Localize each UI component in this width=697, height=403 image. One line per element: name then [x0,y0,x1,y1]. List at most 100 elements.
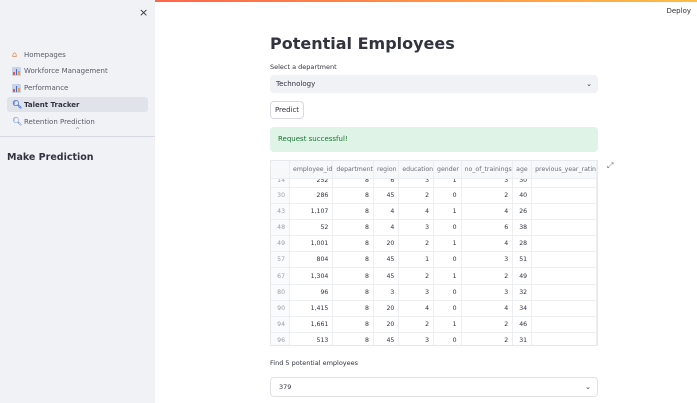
table-cell[interactable]: 0 [433,332,462,345]
table-cell[interactable] [531,316,597,334]
table-cell[interactable]: 252 [289,178,334,188]
table-cell[interactable] [531,300,597,318]
table-cell[interactable]: 804 [289,251,334,269]
table-cell[interactable]: 8 [332,203,374,220]
table-cell[interactable]: 0 [433,187,462,204]
column-header[interactable]: gender [433,161,462,179]
table-cell[interactable]: 31 [512,332,533,345]
table-cell[interactable] [531,178,597,188]
collapse-nav-icon[interactable]: ^ [75,127,80,134]
row-index[interactable]: 43 [271,203,291,220]
table-cell[interactable] [531,332,597,345]
column-header[interactable]: no_of_trainings [461,161,514,179]
column-header[interactable]: previous_year_ratin [531,161,597,179]
row-index[interactable]: 14 [271,178,291,188]
row-index[interactable]: 57 [271,251,291,269]
row-index[interactable]: 94 [271,316,291,334]
table-cell[interactable]: 96 [289,284,334,301]
table-cell[interactable]: 40 [512,187,533,204]
table-cell[interactable]: 0 [433,219,462,237]
predict-button[interactable]: Predict [270,101,304,119]
table-cell[interactable]: 8 [332,251,374,269]
table-cell[interactable] [531,251,597,269]
table-cell[interactable]: 3 [461,251,514,269]
table-cell[interactable]: 8 [332,178,374,188]
table-cell[interactable]: 20 [373,316,400,334]
table-cell[interactable]: 34 [512,300,533,318]
table-cell[interactable]: 45 [373,332,400,345]
fullscreen-icon[interactable]: ⤢ [607,161,613,171]
row-index[interactable]: 90 [271,300,291,318]
table-cell[interactable]: 1,001 [289,235,334,253]
table-cell[interactable]: 8 [332,219,374,237]
row-index[interactable]: 30 [271,187,291,204]
table-cell[interactable]: 4 [461,300,514,318]
table-cell[interactable]: 1 [433,178,462,188]
table-cell[interactable]: 1 [433,235,462,253]
table-cell[interactable]: 2 [461,267,514,285]
table-cell[interactable]: 45 [373,267,400,285]
column-header[interactable]: age [512,161,533,179]
table-cell[interactable]: 3 [398,178,435,188]
table-cell[interactable]: 20 [373,235,400,253]
table-cell[interactable]: 1 [398,251,435,269]
table-cell[interactable]: 8 [332,235,374,253]
table-cell[interactable]: 30 [512,178,533,188]
table-cell[interactable]: 52 [289,219,334,237]
table-cell[interactable]: 2 [398,235,435,253]
sidebar-item-talent-tracker[interactable]: 🔍︎ Talent Tracker [7,97,148,113]
table-cell[interactable]: 286 [289,187,334,204]
column-header[interactable]: education [398,161,435,179]
table-cell[interactable]: 2 [461,187,514,204]
column-header[interactable]: department [332,161,374,179]
table-cell[interactable]: 2 [398,316,435,334]
table-cell[interactable]: 8 [332,187,374,204]
table-cell[interactable]: 0 [433,251,462,269]
table-cell[interactable]: 3 [398,284,435,301]
table-cell[interactable] [531,219,597,237]
table-cell[interactable]: 2 [398,267,435,285]
table-cell[interactable]: 32 [512,284,533,301]
table-cell[interactable] [531,235,597,253]
row-index[interactable]: 80 [271,284,291,301]
sidebar-item-homepages[interactable]: ⌂ Homepages [7,47,148,62]
table-cell[interactable]: 2 [461,332,514,345]
table-cell[interactable]: 49 [512,267,533,285]
table-cell[interactable]: 8 [332,316,374,334]
table-cell[interactable]: 1 [433,316,462,334]
row-index[interactable]: 48 [271,219,291,237]
table-cell[interactable]: 4 [461,235,514,253]
table-cell[interactable]: 3 [461,284,514,301]
table-cell[interactable]: 3 [398,332,435,345]
table-cell[interactable]: 1,661 [289,316,334,334]
table-cell[interactable] [531,203,597,220]
column-header[interactable] [271,161,291,179]
table-cell[interactable]: 8 [332,284,374,301]
sidebar-item-performance[interactable]: Performance [7,81,148,96]
table-cell[interactable]: 0 [433,284,462,301]
table-cell[interactable] [531,187,597,204]
table-cell[interactable]: 4 [373,219,400,237]
table-cell[interactable]: 6 [461,219,514,237]
table-cell[interactable]: 8 [332,267,374,285]
table-cell[interactable]: 4 [373,203,400,220]
results-table[interactable]: employee_id department region education … [270,160,598,346]
row-index[interactable]: 96 [271,332,291,345]
table-cell[interactable]: 6 [373,178,400,188]
table-cell[interactable]: 26 [512,203,533,220]
sidebar-item-workforce-management[interactable]: Workforce Management [7,64,148,79]
table-cell[interactable]: 4 [398,203,435,220]
table-cell[interactable]: 0 [433,300,462,318]
table-cell[interactable]: 8 [332,332,374,345]
row-index[interactable]: 49 [271,235,291,253]
table-cell[interactable]: 3 [398,219,435,237]
table-cell[interactable]: 1,415 [289,300,334,318]
table-cell[interactable]: 20 [373,300,400,318]
column-header[interactable]: employee_id [289,161,334,179]
table-cell[interactable]: 45 [373,251,400,269]
table-cell[interactable] [531,284,597,301]
table-cell[interactable]: 1,107 [289,203,334,220]
table-cell[interactable]: 513 [289,332,334,345]
table-cell[interactable]: 45 [373,187,400,204]
table-cell[interactable]: 3 [461,178,514,188]
